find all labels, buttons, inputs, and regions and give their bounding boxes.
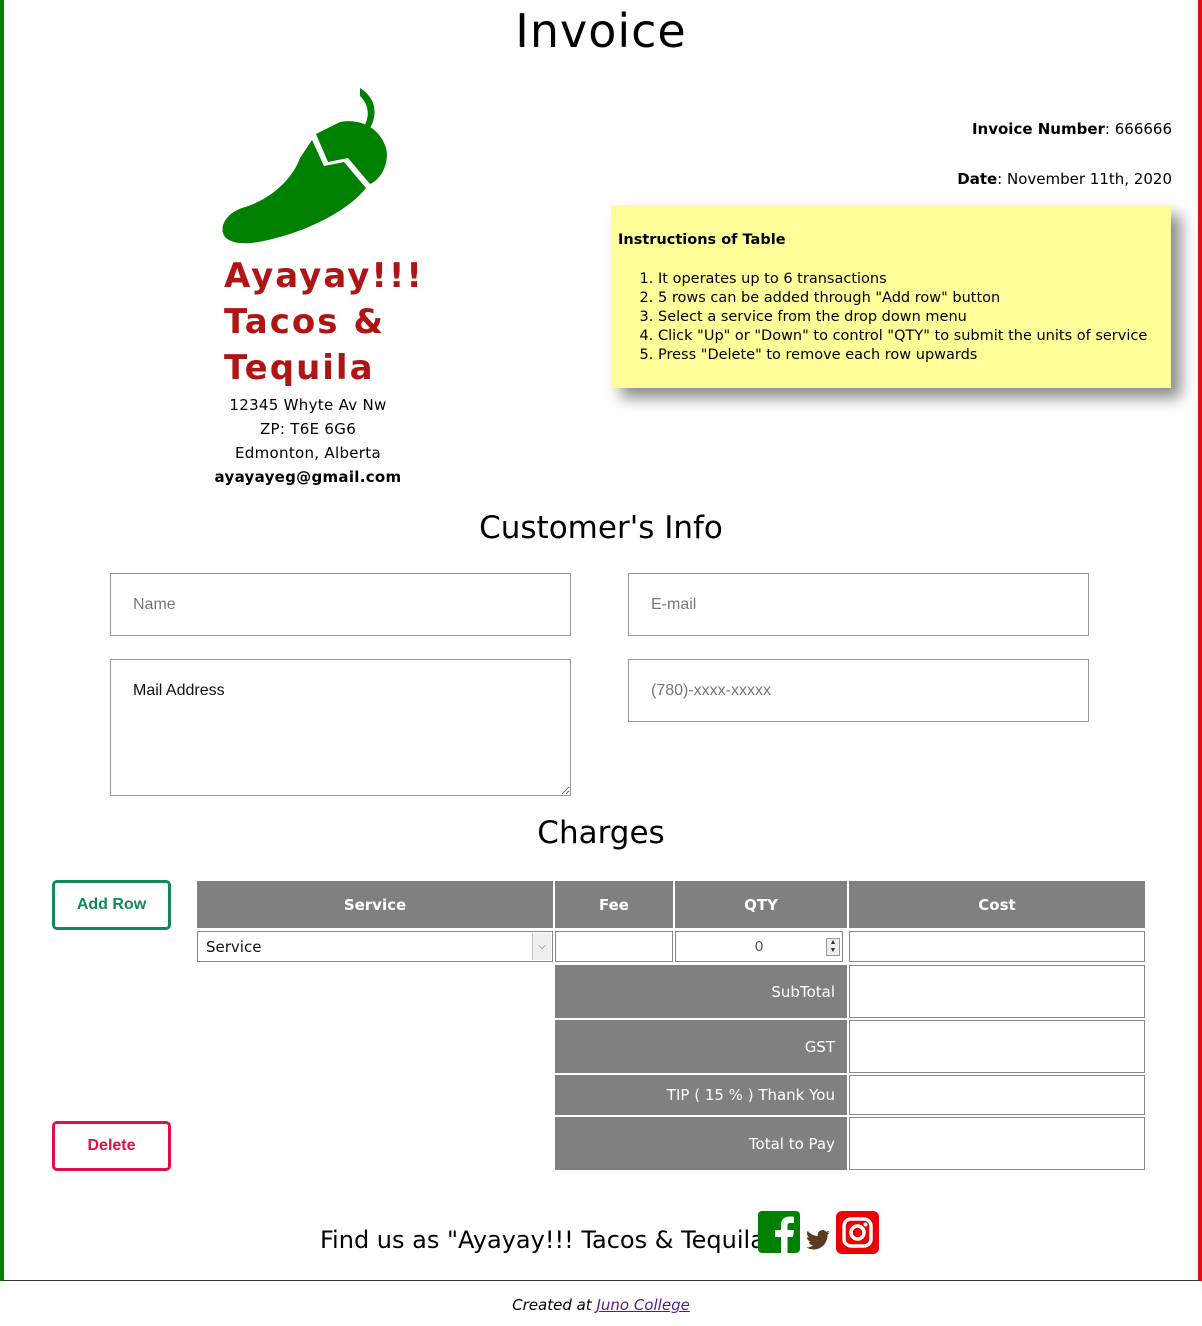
juno-college-link[interactable]: Juno College [596, 1296, 689, 1314]
service-select[interactable]: Service ⌵ [197, 931, 553, 962]
header-cost: Cost [849, 881, 1145, 928]
instruction-item: Select a service from the drop down menu [658, 308, 1171, 327]
subtotal-label: SubTotal [555, 965, 847, 1018]
business-name-line-1: Ayayay!!! [224, 256, 424, 296]
invoice-date-label: Date [957, 170, 998, 188]
fee-input[interactable] [555, 931, 673, 962]
page-title: Invoice [515, 4, 687, 58]
instructions-note: Instructions of Table It operates up to … [611, 205, 1171, 388]
customer-info-title: Customer's Info [479, 510, 723, 546]
header-qty: QTY [675, 881, 847, 928]
spinner-icon[interactable]: ▲ ▼ [826, 938, 840, 956]
service-select-value: Service [206, 937, 262, 956]
total-label: Total to Pay [555, 1117, 847, 1170]
instruction-item: It operates up to 6 transactions [658, 270, 1171, 289]
invoice-number-label: Invoice Number [971, 120, 1105, 138]
facebook-icon[interactable] [758, 1211, 800, 1253]
tip-label: TIP ( 15 % ) Thank You [555, 1075, 847, 1115]
instruction-item: Press "Delete" to remove each row upward… [658, 346, 1171, 365]
credit-prefix: Created at [512, 1296, 592, 1314]
business-email: ayayayeg@gmail.com [214, 468, 402, 486]
invoice-number-value: 666666 [1114, 120, 1172, 138]
customer-address-textarea[interactable]: Mail Address [110, 659, 571, 796]
instruction-item: Click "Up" or "Down" to control "QTY" to… [658, 327, 1171, 346]
customer-name-input[interactable] [110, 573, 571, 636]
instagram-icon[interactable] [836, 1211, 879, 1254]
charges-title: Charges [537, 815, 665, 851]
invoice-number: Invoice Number: 666666 [971, 120, 1172, 138]
gst-label: GST [555, 1020, 847, 1073]
header-service: Service [197, 881, 553, 928]
subtotal-value [849, 965, 1145, 1018]
qty-value: 0 [754, 938, 764, 955]
business-name-line-3: Tequila [224, 348, 375, 388]
instruction-item: 5 rows can be added through "Add row" bu… [658, 289, 1171, 308]
qty-stepper[interactable]: 0 ▲ ▼ [675, 931, 843, 962]
gst-value [849, 1020, 1145, 1073]
twitter-icon[interactable] [806, 1229, 830, 1251]
delete-button[interactable]: Delete [52, 1121, 171, 1171]
invoice-date-value: November 11th, 2020 [1007, 170, 1172, 188]
cost-input [849, 931, 1145, 962]
business-address-city: Edmonton, Alberta [235, 444, 381, 462]
add-row-button[interactable]: Add Row [52, 880, 171, 930]
business-address-street: 12345 Whyte Av Nw [229, 396, 387, 414]
instructions-title: Instructions of Table [618, 232, 786, 248]
credit-line: Created at Juno College [0, 1296, 1202, 1314]
chili-pepper-icon [222, 88, 387, 244]
customer-phone-input[interactable] [628, 659, 1089, 722]
business-address-zip: ZP: T6E 6G6 [259, 420, 357, 438]
header-fee: Fee [555, 881, 673, 928]
business-name-line-2: Tacos & [224, 302, 385, 342]
invoice-date: Date: November 11th, 2020 [957, 170, 1172, 188]
customer-email-input[interactable] [628, 573, 1089, 636]
chevron-down-icon[interactable]: ⌵ [532, 933, 551, 960]
tip-value [849, 1075, 1145, 1115]
find-us-text: Find us as "Ayayay!!! Tacos & Tequila": [320, 1226, 785, 1254]
total-value [849, 1117, 1145, 1170]
instructions-list: It operates up to 6 transactions 5 rows … [618, 270, 1171, 365]
